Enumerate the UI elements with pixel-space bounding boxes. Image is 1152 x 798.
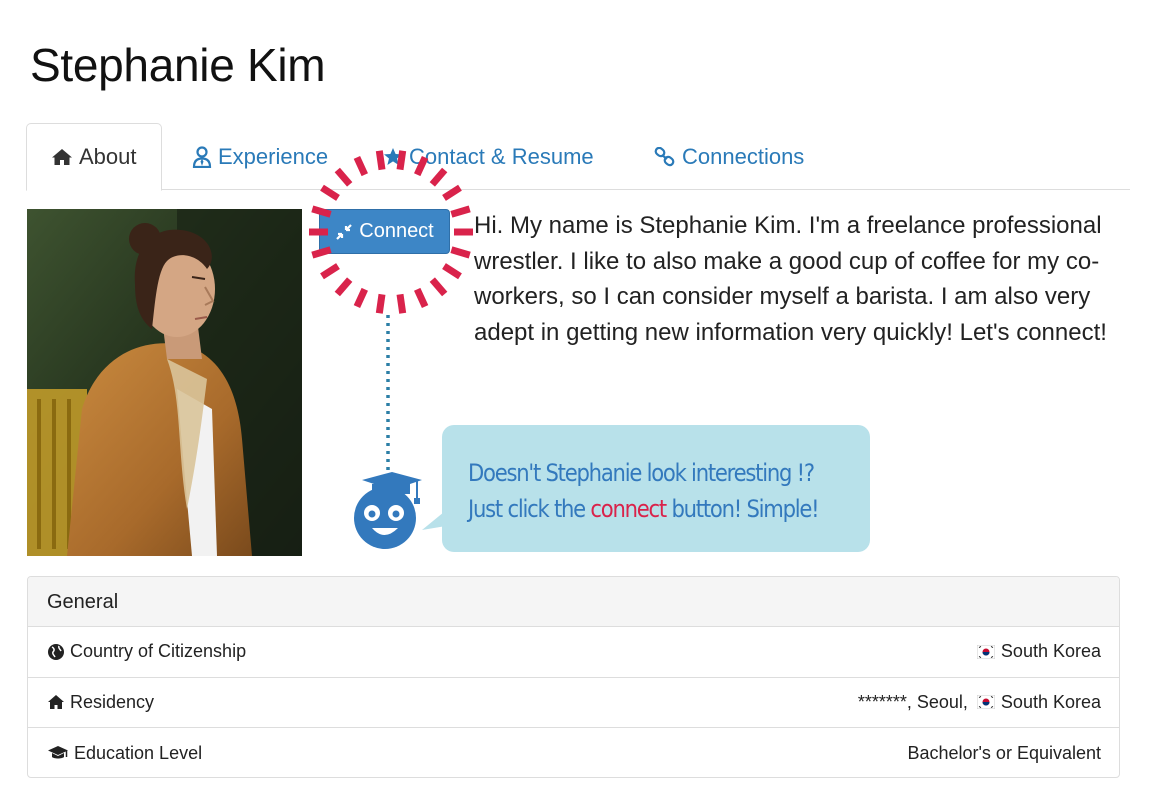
home-icon: [48, 695, 64, 710]
tab-about-label: About: [79, 144, 137, 169]
tip-bubble: Doesn't Stephanie look interesting !? Ju…: [442, 425, 870, 552]
tab-about[interactable]: About: [26, 123, 162, 191]
tab-experience[interactable]: Experience: [192, 123, 328, 190]
tip-line-1: Doesn't Stephanie look interesting !?: [468, 459, 815, 487]
burst-ray: [414, 287, 429, 309]
row-value: South Korea: [976, 641, 1101, 662]
profile-bio: Hi. My name is Stephanie Kim. I'm a free…: [474, 212, 1107, 346]
burst-ray: [396, 293, 407, 314]
residency-label: Residency: [70, 691, 155, 712]
tip-highlight: connect: [590, 495, 667, 523]
star-icon: [384, 147, 402, 165]
general-heading: General: [28, 577, 1119, 627]
burst-ray: [375, 293, 386, 314]
burst-ray: [450, 205, 471, 218]
residency-value: South Korea: [1000, 691, 1101, 712]
general-panel: General Country of Citizenship South Kor…: [27, 576, 1120, 778]
row-label: Country of Citizenship: [47, 641, 246, 662]
connect-button[interactable]: Connect: [319, 209, 450, 254]
graduate-mascot-icon: [354, 472, 422, 549]
row-label: Education Level: [47, 743, 202, 764]
burst-ray: [320, 263, 340, 280]
tab-experience-label: Experience: [218, 143, 329, 169]
profile-photo: [27, 209, 302, 556]
south-korea-flag-icon: [976, 644, 995, 659]
profile-tabs: About Experience Contact & Resume Connec…: [26, 123, 1130, 191]
citizenship-label: Country of Citizenship: [70, 641, 247, 662]
row-value: *******, Seoul, South Korea: [858, 692, 1101, 713]
tip-line-2: Just click the connect button! Simple!: [468, 491, 822, 527]
burst-ray: [442, 263, 462, 280]
education-label: Education Level: [74, 742, 203, 763]
tab-connections-label: Connections: [682, 143, 805, 169]
compress-arrows-icon: [336, 223, 353, 240]
burst-ray: [334, 277, 353, 297]
tip-text-before: Just click the: [468, 495, 591, 523]
burst-ray: [429, 277, 448, 297]
burst-ray: [450, 246, 471, 259]
home-icon: [52, 149, 72, 165]
connect-button-label: Connect: [359, 220, 434, 242]
tab-contact-resume[interactable]: Contact & Resume: [383, 123, 594, 190]
info-row-residency: Residency *******, Seoul, South Korea: [28, 678, 1119, 728]
tab-contact-label: Contact & Resume: [409, 143, 594, 169]
tab-connections[interactable]: Connections: [654, 123, 804, 190]
user-tie-icon: [192, 145, 212, 168]
row-value: Bachelor's or Equivalent: [907, 743, 1101, 764]
tip-text-after: button! Simple!: [665, 495, 819, 523]
education-value: Bachelor's or Equivalent: [907, 742, 1101, 763]
link-icon: [654, 146, 675, 166]
graduation-cap-icon: [48, 746, 68, 759]
south-korea-flag-icon: [976, 695, 995, 710]
citizenship-value: South Korea: [1000, 641, 1101, 662]
info-row-citizenship: Country of Citizenship South Korea: [28, 627, 1119, 678]
row-label: Residency: [47, 692, 154, 713]
burst-ray: [353, 287, 368, 309]
page-title: Stephanie Kim: [30, 39, 326, 91]
info-row-education: Education Level Bachelor's or Equivalent: [28, 728, 1119, 777]
residency-prefix: *******, Seoul,: [857, 691, 973, 712]
globe-icon: [48, 643, 64, 660]
